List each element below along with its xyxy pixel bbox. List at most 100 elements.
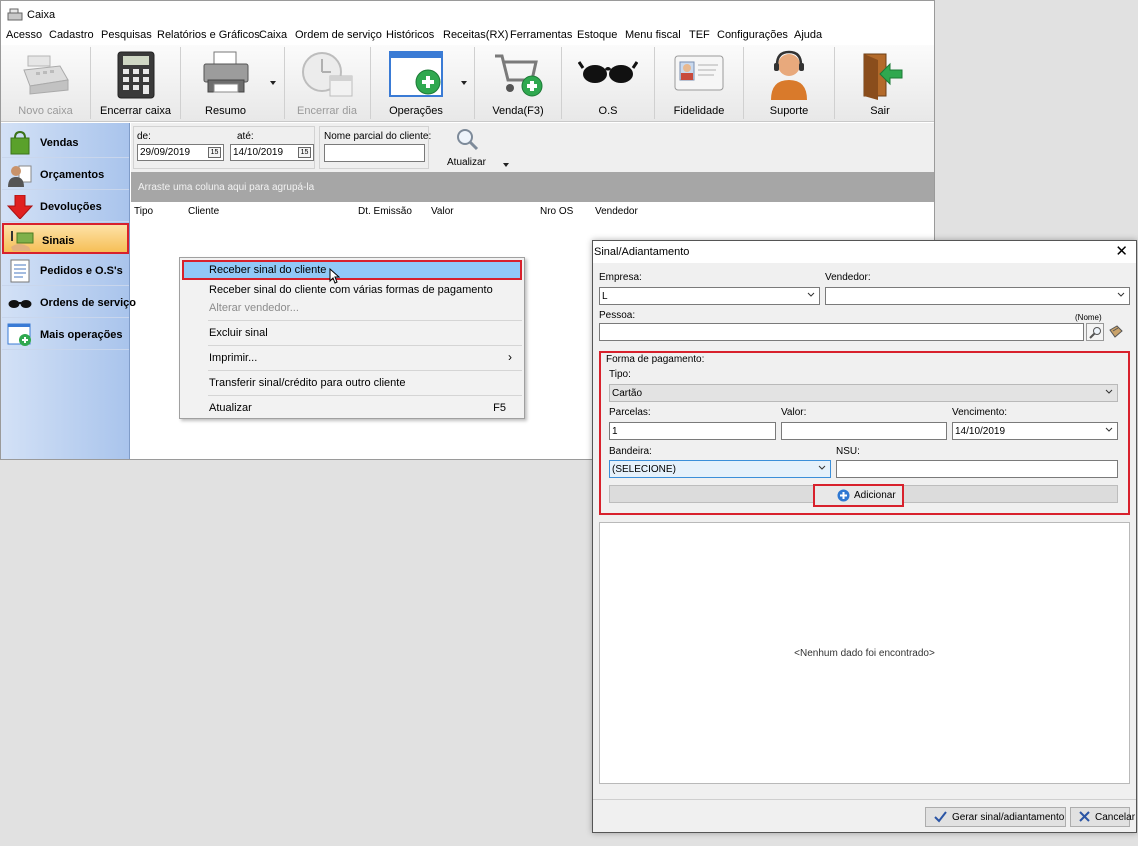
sidebar-item-orcamentos[interactable]: Orçamentos	[2, 159, 129, 190]
chevron-down-icon	[807, 292, 815, 297]
column-nro-os[interactable]: Nro OS	[540, 206, 573, 217]
menu-receber-sinal[interactable]: Receber sinal do cliente	[182, 260, 522, 284]
sidebar-item-devolucoes[interactable]: Devoluções	[2, 191, 129, 222]
exit-door-icon	[863, 53, 903, 100]
close-icon[interactable]: ✕	[1115, 242, 1128, 260]
sidebar-label: Devoluções	[40, 201, 102, 213]
menu-receitas[interactable]: Receitas(RX)	[443, 29, 508, 41]
person-document-icon	[8, 165, 32, 187]
novo-caixa-label: Novo caixa	[18, 105, 73, 117]
sidebar-label: Pedidos e O.S's	[40, 265, 123, 277]
to-date-field[interactable]: 14/10/2019 15	[230, 144, 314, 161]
menu-ferramentas[interactable]: Ferramentas	[510, 29, 572, 41]
client-name-input[interactable]	[324, 144, 425, 162]
pessoa-input[interactable]	[599, 323, 1084, 341]
bandeira-label: Bandeira:	[609, 446, 652, 457]
column-valor[interactable]: Valor	[431, 206, 454, 217]
main-window-title: Caixa	[27, 9, 56, 21]
vencimento-date-picker[interactable]: 14/10/2019	[952, 422, 1118, 440]
suporte-button[interactable]: Suporte	[744, 45, 834, 121]
edit-person-button[interactable]	[1107, 323, 1125, 341]
menu-configuracoes[interactable]: Configurações	[717, 29, 788, 41]
calendar-icon[interactable]: 15	[298, 147, 311, 158]
menu-estoque[interactable]: Estoque	[577, 29, 617, 41]
sidebar-item-mais-operacoes[interactable]: Mais operações	[2, 319, 129, 350]
adicionar-button[interactable]: Adicionar	[813, 484, 904, 507]
novo-caixa-button[interactable]: Novo caixa	[1, 45, 90, 121]
sidebar-item-sinais[interactable]: Sinais	[2, 223, 129, 254]
menu-caixa[interactable]: Caixa	[259, 29, 287, 41]
group-by-panel[interactable]: Arraste uma coluna aqui para agrupá-la	[131, 172, 934, 202]
add-window-icon	[7, 323, 31, 346]
tipo-select[interactable]: Cartão	[609, 384, 1118, 402]
support-headset-icon	[771, 50, 807, 100]
column-tipo[interactable]: Tipo	[134, 206, 153, 217]
resumo-button[interactable]: Resumo	[181, 45, 270, 121]
empresa-select[interactable]: L	[599, 287, 820, 305]
venda-button[interactable]: Venda(F3)	[475, 45, 561, 121]
from-date-field[interactable]: 29/09/2019 15	[137, 144, 224, 161]
sair-label: Sair	[870, 105, 890, 117]
operacoes-button[interactable]: Operações	[371, 45, 461, 121]
menu-historicos[interactable]: Históricos	[386, 29, 434, 41]
sidebar-item-ordens-servico[interactable]: Ordens de serviço	[2, 287, 136, 318]
atualizar-dropdown-arrow-icon[interactable]	[503, 163, 509, 167]
nsu-input[interactable]	[836, 460, 1118, 478]
menu-bar: Acesso Cadastro Pesquisas Relatórios e G…	[1, 27, 934, 45]
menu-cadastro[interactable]: Cadastro	[49, 29, 94, 41]
atualizar-button[interactable]: Atualizar	[434, 123, 512, 172]
cancelar-button[interactable]: Cancelar	[1070, 807, 1135, 827]
glasses-icon	[8, 300, 32, 308]
parcelas-input[interactable]: 1	[609, 422, 776, 440]
dialog-title: Sinal/Adiantamento	[594, 246, 690, 258]
submenu-arrow-icon: ›	[508, 350, 512, 364]
menu-pesquisas[interactable]: Pesquisas	[101, 29, 152, 41]
venda-label: Venda(F3)	[492, 105, 544, 117]
encerrar-caixa-button[interactable]: Encerrar caixa	[91, 45, 180, 121]
vendedor-select[interactable]	[825, 287, 1130, 305]
menu-excluir-sinal[interactable]: Excluir sinal	[182, 323, 522, 343]
menu-fiscal[interactable]: Menu fiscal	[625, 29, 681, 41]
menu-receber-varias-formas[interactable]: Receber sinal do cliente com várias form…	[182, 280, 522, 300]
sair-button[interactable]: Sair	[835, 45, 925, 121]
vencimento-value: 14/10/2019	[955, 426, 1006, 437]
search-person-button[interactable]	[1086, 323, 1104, 341]
menu-atualizar[interactable]: Atualizar F5	[182, 398, 522, 418]
from-date-label: de:	[137, 131, 151, 142]
cash-register-app-icon	[7, 8, 23, 21]
sidebar-item-vendas[interactable]: Vendas	[2, 127, 129, 158]
pessoa-hint: (Nome)	[1075, 313, 1102, 322]
payments-grid: <Nenhum dado foi encontrado>	[599, 522, 1130, 784]
add-window-icon	[389, 51, 443, 97]
menu-imprimir[interactable]: Imprimir... ›	[182, 348, 522, 368]
menu-transferir-sinal[interactable]: Transferir sinal/crédito para outro clie…	[182, 373, 522, 393]
dialog-footer-divider	[593, 799, 1136, 800]
os-button[interactable]: O.S	[562, 45, 654, 121]
menu-acesso[interactable]: Acesso	[6, 29, 42, 41]
fidelidade-button[interactable]: Fidelidade	[655, 45, 743, 121]
sidebar-item-pedidos[interactable]: Pedidos e O.S's	[2, 255, 129, 286]
valor-label: Valor:	[781, 407, 807, 418]
column-cliente[interactable]: Cliente	[188, 206, 219, 217]
menu-alterar-vendedor[interactable]: Alterar vendedor...	[182, 298, 522, 318]
menu-tef[interactable]: TEF	[689, 29, 710, 41]
calendar-icon[interactable]: 15	[208, 147, 221, 158]
operacoes-dropdown-arrow-icon[interactable]	[461, 81, 467, 85]
menu-shortcut: F5	[493, 402, 506, 414]
menu-separator	[208, 320, 522, 321]
order-list-icon	[10, 259, 30, 283]
menu-ajuda[interactable]: Ajuda	[794, 29, 822, 41]
menu-relatorios[interactable]: Relatórios e Gráficos	[157, 29, 260, 41]
menu-ordem-servico[interactable]: Ordem de serviço	[295, 29, 382, 41]
column-dt-emissao[interactable]: Dt. Emissão	[358, 206, 412, 217]
bandeira-select[interactable]: (SELECIONE)	[609, 460, 831, 478]
money-hand-icon	[11, 231, 34, 251]
sidebar-label: Vendas	[40, 137, 79, 149]
navigation-sidebar: Vendas Orçamentos Devoluções Sinais Pedi…	[1, 123, 136, 459]
column-vendedor[interactable]: Vendedor	[595, 206, 638, 217]
resumo-dropdown-arrow-icon[interactable]	[270, 81, 276, 85]
encerrar-dia-button[interactable]: Encerrar dia	[285, 45, 369, 121]
valor-input[interactable]	[781, 422, 947, 440]
checkmark-icon	[934, 811, 947, 823]
gerar-sinal-button[interactable]: Gerar sinal/adiantamento	[925, 807, 1066, 827]
